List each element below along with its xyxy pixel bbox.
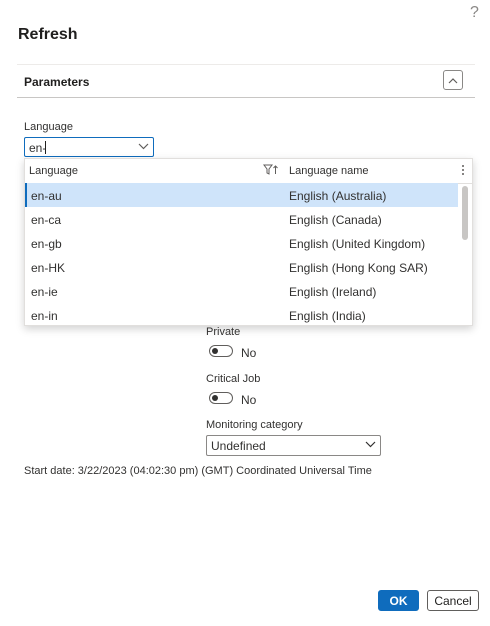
row-language-name: English (Ireland) (289, 285, 377, 299)
row-language-code: en-ie (31, 285, 58, 299)
critical-job-toggle[interactable] (209, 392, 233, 404)
help-icon[interactable]: ? (470, 4, 479, 22)
ok-button[interactable]: OK (378, 590, 419, 611)
dropdown-row[interactable]: en-gb English (United Kingdom) (25, 231, 458, 255)
row-language-name: English (Australia) (289, 189, 387, 203)
monitoring-category-value: Undefined (211, 439, 266, 453)
start-date-text: Start date: 3/22/2023 (04:02:30 pm) (GMT… (24, 465, 372, 477)
monitoring-category-select[interactable]: Undefined (206, 435, 381, 456)
row-language-code: en-ca (31, 213, 62, 227)
row-language-name: English (United Kingdom) (289, 237, 426, 251)
row-language-code: en-HK (31, 261, 66, 275)
dropdown-row[interactable]: en-au English (Australia) (25, 183, 458, 207)
dropdown-header: Language Language name (25, 159, 472, 184)
dialog-title: Refresh (18, 26, 78, 43)
parameters-section-title: Parameters (24, 75, 90, 89)
chevron-up-icon (448, 77, 458, 83)
critical-job-value: No (241, 393, 257, 407)
collapse-button[interactable] (443, 70, 463, 90)
text-cursor (45, 141, 46, 154)
language-combobox[interactable]: en- (24, 137, 154, 157)
chevron-down-icon[interactable] (138, 142, 149, 150)
more-options-icon[interactable] (461, 164, 465, 176)
filter-sort-icon[interactable] (263, 164, 279, 176)
column-header-language-name[interactable]: Language name (289, 165, 369, 177)
critical-job-label: Critical Job (206, 373, 261, 385)
private-toggle[interactable] (209, 345, 233, 357)
dropdown-scrollbar[interactable] (462, 186, 468, 240)
row-language-code: en-in (31, 309, 58, 323)
private-value: No (241, 346, 257, 360)
row-language-name: English (Canada) (289, 213, 382, 227)
cancel-button[interactable]: Cancel (427, 590, 479, 611)
language-input-value[interactable]: en- (29, 141, 46, 155)
chevron-down-icon (365, 441, 376, 448)
dropdown-row[interactable]: en-ca English (Canada) (25, 207, 458, 231)
private-label: Private (206, 326, 241, 338)
language-dropdown[interactable]: Language Language name en-au English (Au… (24, 158, 473, 326)
column-header-language[interactable]: Language (29, 165, 78, 177)
language-label: Language (24, 121, 73, 133)
row-language-name: English (India) (289, 309, 366, 323)
dropdown-row[interactable]: en-ie English (Ireland) (25, 279, 458, 303)
row-language-code: en-gb (31, 237, 62, 251)
row-language-code: en-au (31, 189, 62, 203)
dropdown-row[interactable]: en-in English (India) (25, 303, 458, 325)
row-language-name: English (Hong Kong SAR) (289, 261, 428, 275)
dropdown-row[interactable]: en-HK English (Hong Kong SAR) (25, 255, 458, 279)
monitoring-category-label: Monitoring category (206, 419, 303, 431)
